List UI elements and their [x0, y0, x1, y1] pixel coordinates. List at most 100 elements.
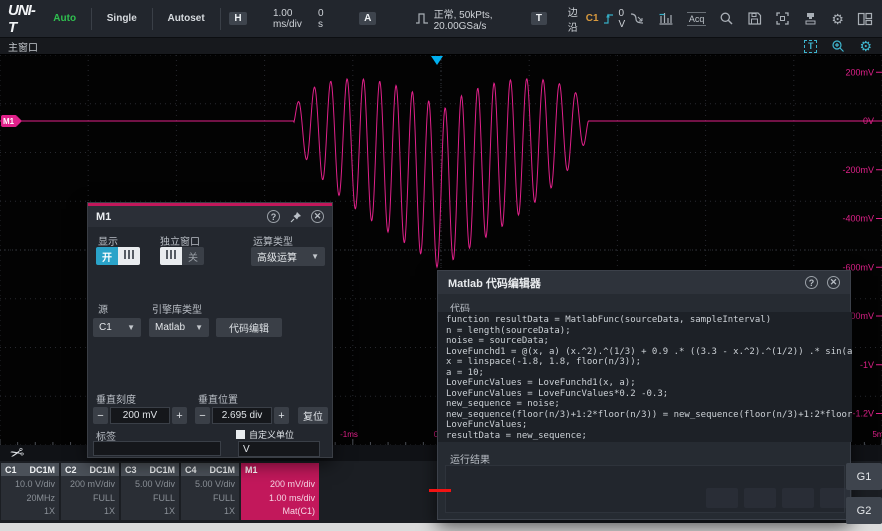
code-edit-button[interactable]: 代码编辑 — [216, 318, 282, 337]
search-icon[interactable] — [719, 11, 734, 26]
channel-box-m1[interactable]: M1 200 mV/div1.00 ms/divMat(C1) — [241, 463, 319, 520]
m1-dialog: M1 ? ✕ 显示 开 独立窗口 关 运算类型 高级运算▼ 源 C1▼ 引擎库类… — [88, 203, 332, 457]
indep-off-segment[interactable]: 关 — [182, 247, 204, 265]
acquire-badge[interactable]: A — [359, 12, 376, 25]
help-icon[interactable]: ? — [267, 210, 280, 223]
g1-button[interactable]: G1 — [846, 463, 882, 490]
t-axis-label: -1ms — [340, 430, 358, 439]
channel-scale: 10.0 V/div — [1, 478, 55, 492]
m1-channel-tag: M1 — [3, 117, 15, 126]
pin-icon[interactable] — [289, 210, 302, 223]
channel-probe: 1X — [181, 505, 235, 519]
operation-type-label: 运算类型 — [253, 233, 293, 248]
channel-scale: 5.00 V/div — [121, 478, 175, 492]
bottom-strip — [0, 523, 882, 531]
close-icon[interactable]: ✕ — [827, 276, 840, 289]
vpos-minus-button[interactable]: − — [195, 407, 210, 424]
channel-box-c4[interactable]: C4DC1M 5.00 V/divFULL1X — [181, 463, 239, 520]
cursor-icon[interactable] — [629, 11, 645, 26]
engine-value: Matlab — [155, 322, 185, 333]
disabled-button — [706, 488, 738, 508]
timebase-value[interactable]: 1.00 ms/div — [273, 8, 308, 30]
display-settings-gear-icon[interactable]: ⚙ — [859, 39, 872, 53]
channel-coupling: DC1M — [29, 465, 55, 475]
tag-input[interactable] — [93, 441, 221, 456]
horizontal-badge[interactable]: H — [229, 12, 246, 25]
operation-type-value: 高级运算 — [257, 249, 297, 264]
channel-box-c3[interactable]: C3 DC1M 5.00 V/divFULL1X — [121, 463, 179, 520]
matlab-editor-titlebar[interactable]: Matlab 代码编辑器 ? ✕ — [438, 271, 850, 294]
indep-bars-segment[interactable] — [160, 247, 182, 265]
run-result-label: 运行结果 — [450, 451, 490, 466]
fullscreen-icon[interactable] — [775, 11, 790, 26]
channel-bandwidth: FULL — [61, 492, 115, 506]
channel-coupling: DC1M — [149, 465, 175, 475]
chevron-down-icon: ▼ — [127, 323, 135, 332]
channel-probe: 1X — [61, 505, 115, 519]
checkbox-box[interactable] — [236, 430, 245, 439]
g2-button[interactable]: G2 — [846, 497, 882, 524]
vscale-plus-button[interactable]: + — [172, 407, 187, 424]
matlab-editor-panel: Matlab 代码编辑器 ? ✕ 代码 function resultData … — [437, 270, 851, 520]
text-annotation-icon[interactable]: T — [804, 40, 818, 53]
m1-dialog-titlebar[interactable]: M1 ? ✕ — [88, 206, 332, 227]
vertical-scale-label: 垂直刻度 — [96, 391, 136, 406]
vertical-position-label: 垂直位置 — [198, 391, 238, 406]
vscale-minus-button[interactable]: − — [93, 407, 108, 424]
independent-window-toggle[interactable]: 关 — [160, 247, 204, 265]
channel-scale: 200 mV/div — [61, 478, 115, 492]
zoom-in-icon[interactable] — [831, 39, 845, 53]
channel-box-c1[interactable]: C1DC1M 10.0 V/div20MHz1X — [1, 463, 59, 520]
vpos-value[interactable]: 2.695 div — [212, 407, 272, 424]
divider — [152, 8, 153, 30]
m1-dialog-title: M1 — [96, 211, 111, 223]
v-axis-label: -1.2V — [852, 409, 874, 419]
channel-name: M1 — [245, 465, 258, 475]
horizontal-offset-value[interactable]: 0 s — [318, 8, 327, 30]
disabled-button — [782, 488, 814, 508]
autoset-button[interactable]: Autoset — [161, 10, 210, 27]
run-state-button[interactable]: Auto — [47, 10, 82, 27]
measure-icon[interactable] — [658, 11, 674, 26]
v-axis-label: 200mV — [845, 67, 874, 77]
display-on-segment[interactable]: 开 — [96, 247, 118, 265]
channel-timebase: 1.00 ms/div — [241, 492, 315, 506]
window-layout-icon[interactable] — [857, 12, 873, 26]
channel-bandwidth: FULL — [121, 492, 175, 506]
divider — [220, 8, 221, 30]
engine-dropdown[interactable]: Matlab ▼ — [149, 318, 209, 337]
unit-input[interactable]: V — [238, 441, 320, 457]
matlab-code[interactable]: function resultData = MatlabFunc(sourceD… — [438, 312, 852, 442]
vpos-plus-button[interactable]: + — [274, 407, 289, 424]
vscale-value[interactable]: 200 mV — [110, 407, 170, 424]
channel-bandwidth: 20MHz — [1, 492, 55, 506]
custom-unit-checkbox[interactable]: 自定义单位 — [236, 428, 294, 441]
close-icon[interactable]: ✕ — [311, 210, 324, 223]
display-toggle[interactable]: 开 — [96, 247, 140, 265]
save-icon[interactable] — [747, 11, 762, 26]
display-bars-segment[interactable] — [118, 247, 140, 265]
red-marker — [429, 489, 451, 492]
operation-type-dropdown[interactable]: 高级运算 ▼ — [251, 247, 325, 266]
help-icon[interactable]: ? — [805, 276, 818, 289]
reset-button[interactable]: 复位 — [298, 407, 328, 424]
trigger-level[interactable]: 0 V — [619, 8, 629, 30]
single-button[interactable]: Single — [101, 10, 143, 27]
channel-scale: 5.00 V/div — [181, 478, 235, 492]
chevron-down-icon: ▼ — [311, 252, 319, 261]
vertical-position-stepper: − 2.695 div + — [195, 407, 289, 424]
divider — [91, 8, 92, 30]
trigger-source[interactable]: C1 — [586, 13, 599, 24]
source-dropdown[interactable]: C1▼ — [93, 318, 141, 337]
channel-name: C3 — [125, 465, 137, 475]
trigger-mode[interactable]: 边沿 — [568, 4, 582, 34]
channel-probe: 1X — [121, 505, 175, 519]
chevron-down-icon: ▼ — [195, 323, 203, 332]
acq-menu-button[interactable]: Acq — [687, 12, 707, 26]
channel-box-c2[interactable]: C2DC1M 200 mV/divFULL1X — [61, 463, 119, 520]
trigger-badge[interactable]: T — [531, 12, 547, 25]
gear-icon[interactable]: ⚙ — [831, 12, 844, 26]
brush-icon[interactable] — [803, 11, 818, 26]
channel-bandwidth: FULL — [181, 492, 235, 506]
custom-unit-label: 自定义单位 — [249, 428, 294, 441]
